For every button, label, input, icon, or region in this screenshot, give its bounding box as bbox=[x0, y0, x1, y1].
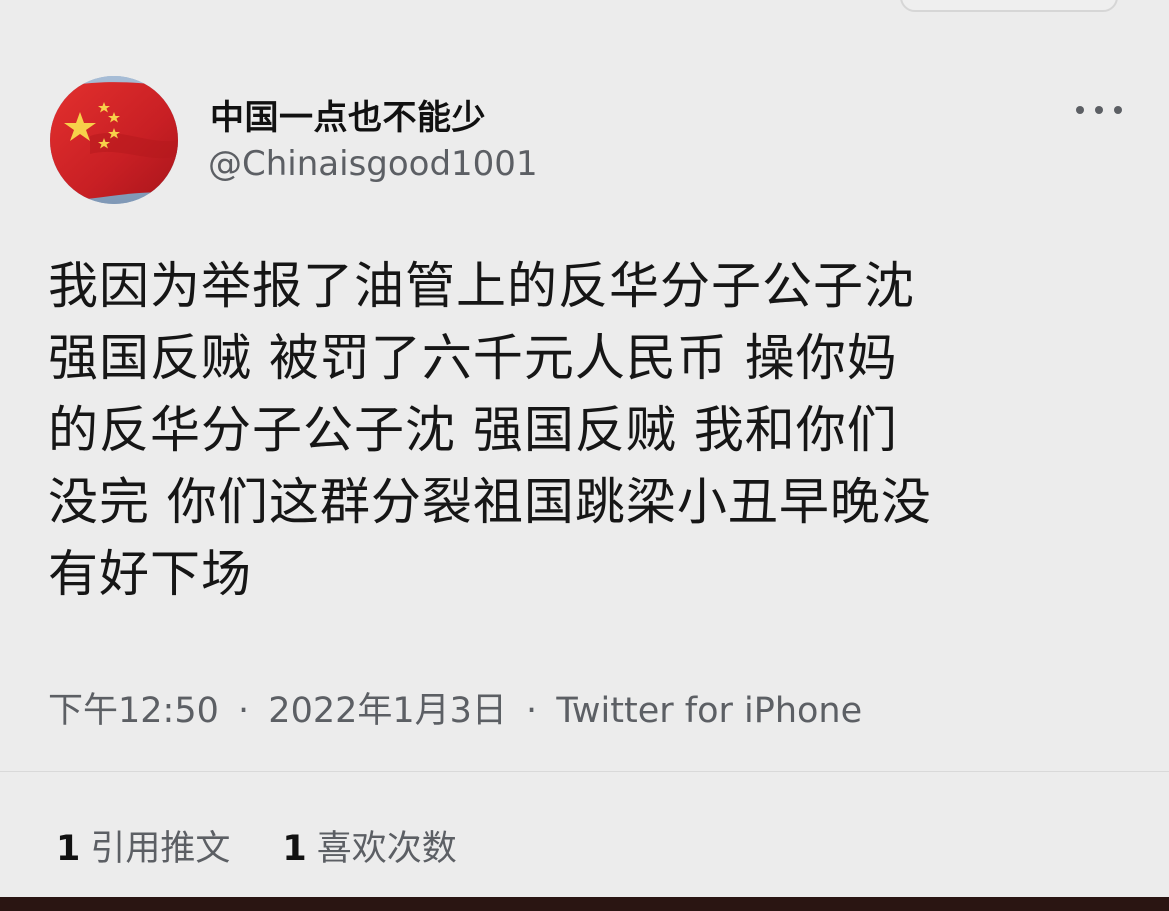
tweet-text-line: 没完 你们这群分裂祖国跳梁小丑早晚没 bbox=[48, 473, 932, 531]
tweet-date[interactable]: 2022年1月3日 bbox=[268, 691, 507, 731]
avatar[interactable] bbox=[50, 76, 178, 204]
more-options-icon[interactable] bbox=[1076, 96, 1122, 124]
like-label: 喜欢次数 bbox=[316, 829, 457, 869]
more-dot bbox=[1114, 106, 1122, 114]
more-dot bbox=[1095, 106, 1103, 114]
top-pill-button[interactable] bbox=[900, 0, 1118, 12]
bottom-bar bbox=[0, 897, 1169, 911]
tweet-text-line: 强国反贼 被罚了六千元人民币 操你妈 bbox=[48, 329, 898, 387]
likes-stat[interactable]: 1 喜欢次数 bbox=[282, 820, 456, 871]
tweet-meta: 下午12:50 · 2022年1月3日 · Twitter for iPhone bbox=[48, 682, 862, 733]
divider bbox=[0, 771, 1169, 772]
quote-tweets-stat[interactable]: 1 引用推文 bbox=[56, 820, 230, 871]
meta-separator: · bbox=[238, 691, 250, 731]
tweet-header: 中国一点也不能少 @Chinaisgood1001 bbox=[50, 76, 1130, 206]
tweet-stats: 1 引用推文 1 喜欢次数 bbox=[56, 820, 457, 871]
more-dot bbox=[1076, 106, 1084, 114]
tweet-text-line: 的反华分子公子沈 强国反贼 我和你们 bbox=[48, 401, 898, 459]
author-display-name[interactable]: 中国一点也不能少 bbox=[210, 90, 486, 139]
tweet-text: 我因为举报了油管上的反华分子公子沈 强国反贼 被罚了六千元人民币 操你妈 的反华… bbox=[48, 250, 1133, 610]
author-handle[interactable]: @Chinaisgood1001 bbox=[208, 144, 538, 184]
quote-count: 1 bbox=[56, 829, 81, 869]
meta-separator: · bbox=[526, 691, 538, 731]
tweet-text-line: 有好下场 bbox=[48, 545, 252, 603]
tweet-source[interactable]: Twitter for iPhone bbox=[556, 691, 862, 731]
like-count: 1 bbox=[282, 829, 307, 869]
tweet-time[interactable]: 下午12:50 bbox=[48, 691, 219, 731]
tweet-text-line: 我因为举报了油管上的反华分子公子沈 bbox=[48, 257, 915, 315]
china-flag-icon bbox=[50, 76, 178, 204]
quote-label: 引用推文 bbox=[90, 829, 231, 869]
